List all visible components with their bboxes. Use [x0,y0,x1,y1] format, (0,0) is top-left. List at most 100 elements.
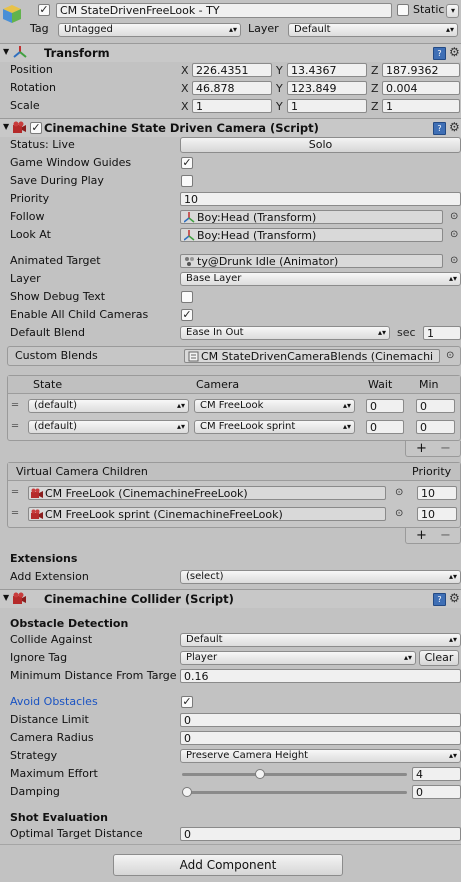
camera-dropdown[interactable]: CM FreeLook sprint ▴▾ [194,420,355,434]
layer-dropdown[interactable]: Base Layer ▴▾ [180,272,461,286]
min-distance-field[interactable]: 0.16 [180,669,461,683]
component-enabled-checkbox[interactable]: ✓ [30,122,42,134]
follow-object-field[interactable]: Boy:Head (Transform) [180,210,443,224]
gear-icon[interactable]: ⚙ [449,44,460,60]
default-blend-dropdown[interactable]: Ease In Out ▴▾ [180,326,390,340]
child-priority-field[interactable]: 10 [417,486,457,500]
game-window-guides-checkbox[interactable]: ✓ [181,157,193,169]
help-book-icon[interactable]: ? [433,47,446,60]
remove-icon[interactable]: − [440,441,451,457]
drag-handle-icon[interactable]: ═ [12,507,18,521]
save-during-play-checkbox[interactable] [181,175,193,187]
static-checkbox[interactable] [397,4,409,16]
chevron-down-icon: ▴▾ [342,422,351,431]
priority-field[interactable]: 10 [180,192,461,206]
target-picker-icon[interactable]: ⊙ [450,210,458,224]
camera-dropdown[interactable]: CM FreeLook ▴▾ [194,399,355,413]
help-book-icon[interactable]: ? [433,593,446,606]
layer-value: Default [294,24,331,35]
add-icon[interactable]: + [416,528,427,544]
state-dropdown[interactable]: (default) ▴▾ [28,399,189,413]
distance-limit-label: Distance Limit [10,713,89,726]
object-name-field[interactable]: CM StateDrivenFreeLook - TY [56,3,392,18]
camera-radius-field[interactable]: 0 [180,731,461,745]
scale-y-field[interactable]: 1 [287,99,367,113]
ignore-tag-dropdown[interactable]: Player ▴▾ [180,651,416,665]
cinemachine-icon [31,488,43,499]
gameobject-icon [2,4,22,24]
help-book-icon[interactable]: ? [433,122,446,135]
position-z-field[interactable]: 187.9362 [382,63,460,77]
target-picker-icon[interactable]: ⊙ [450,228,458,242]
drag-handle-icon[interactable]: ═ [12,420,18,434]
damping-field[interactable]: 0 [412,785,461,799]
strategy-dropdown[interactable]: Preserve Camera Height ▴▾ [180,749,461,763]
distance-limit-field[interactable]: 0 [180,713,461,727]
static-dropdown[interactable]: ▾ [446,4,459,18]
chevron-down-icon: ▴▾ [448,274,457,283]
drag-handle-icon[interactable]: ═ [12,486,18,500]
min-field[interactable]: 0 [416,399,455,413]
foldout-arrow-icon[interactable]: ▼ [3,590,9,606]
state-driven-camera-header[interactable]: ▼ ✓ Cinemachine State Driven Camera (Scr… [0,118,461,137]
target-picker-icon[interactable]: ⊙ [395,507,403,521]
state-dropdown[interactable]: (default) ▴▾ [28,420,189,434]
scale-x-field[interactable]: 1 [192,99,272,113]
position-x-field[interactable]: 226.4351 [192,63,272,77]
foldout-arrow-icon[interactable]: ▼ [3,119,9,135]
wait-field[interactable]: 0 [366,399,404,413]
default-blend-label: Default Blend [10,326,86,339]
remove-icon[interactable]: − [440,528,451,544]
rotation-x-field[interactable]: 46.878 [192,81,272,95]
cinemachine-script-icon [12,121,27,137]
look-at-object-field[interactable]: Boy:Head (Transform) [180,228,443,242]
optimal-distance-field[interactable]: 0 [180,827,461,841]
max-effort-field[interactable]: 4 [412,767,461,781]
show-debug-text-checkbox[interactable] [181,291,193,303]
tag-dropdown[interactable]: Untagged ▴▾ [58,23,241,37]
position-y-field[interactable]: 13.4367 [287,63,367,77]
collide-against-label: Collide Against [10,633,93,646]
children-title: Virtual Camera Children [16,465,148,478]
rotation-z-field[interactable]: 0.004 [382,81,460,95]
active-checkbox[interactable]: ✓ [38,4,50,16]
blend-seconds-field[interactable]: 1 [423,326,461,340]
axis-z-label: Z [371,64,379,77]
gear-icon[interactable]: ⚙ [449,590,460,606]
gear-icon[interactable]: ⚙ [449,119,460,135]
child-camera-field[interactable]: CM FreeLook sprint (CinemachineFreeLook) [28,507,386,521]
child-camera-field[interactable]: CM FreeLook (CinemachineFreeLook) [28,486,386,500]
priority-label: Priority [10,192,50,205]
max-effort-slider-track[interactable] [182,773,407,776]
damping-slider-track[interactable] [182,791,407,794]
custom-blends-field[interactable]: CM StateDrivenCameraBlends (Cinemachi [184,349,440,363]
scale-z-field[interactable]: 1 [382,99,460,113]
target-picker-icon[interactable]: ⊙ [395,486,403,500]
damping-slider-knob[interactable] [182,787,192,797]
add-icon[interactable]: + [416,441,427,457]
target-picker-icon[interactable]: ⊙ [446,349,454,363]
drag-handle-icon[interactable]: ═ [12,399,18,413]
add-component-button[interactable]: Add Component [113,854,343,876]
add-extension-dropdown[interactable]: (select) ▴▾ [180,570,461,584]
min-field[interactable]: 0 [416,420,455,434]
foldout-arrow-icon[interactable]: ▼ [3,44,9,60]
collide-against-dropdown[interactable]: Default ▴▾ [180,633,461,647]
animated-target-field[interactable]: ty@Drunk Idle (Animator) [180,254,443,268]
camera-header: Camera [196,378,240,391]
clear-button[interactable]: Clear [419,650,459,666]
max-effort-slider-knob[interactable] [255,769,266,779]
position-label: Position [10,63,53,76]
layer-dropdown[interactable]: Default ▴▾ [288,23,458,37]
enable-all-child-checkbox[interactable]: ✓ [181,309,193,321]
chevron-down-icon: ▴▾ [228,25,237,34]
transform-header[interactable]: ▼ Transform ? ⚙ [0,43,461,62]
chevron-down-icon: ▴▾ [448,572,457,581]
rotation-y-field[interactable]: 123.849 [287,81,367,95]
avoid-obstacles-checkbox[interactable]: ✓ [181,696,193,708]
solo-button[interactable]: Solo [180,137,461,153]
child-priority-field[interactable]: 10 [417,507,457,521]
wait-field[interactable]: 0 [366,420,404,434]
collider-header[interactable]: ▼ Cinemachine Collider (Script) ? ⚙ [0,589,461,608]
target-picker-icon[interactable]: ⊙ [450,254,458,268]
